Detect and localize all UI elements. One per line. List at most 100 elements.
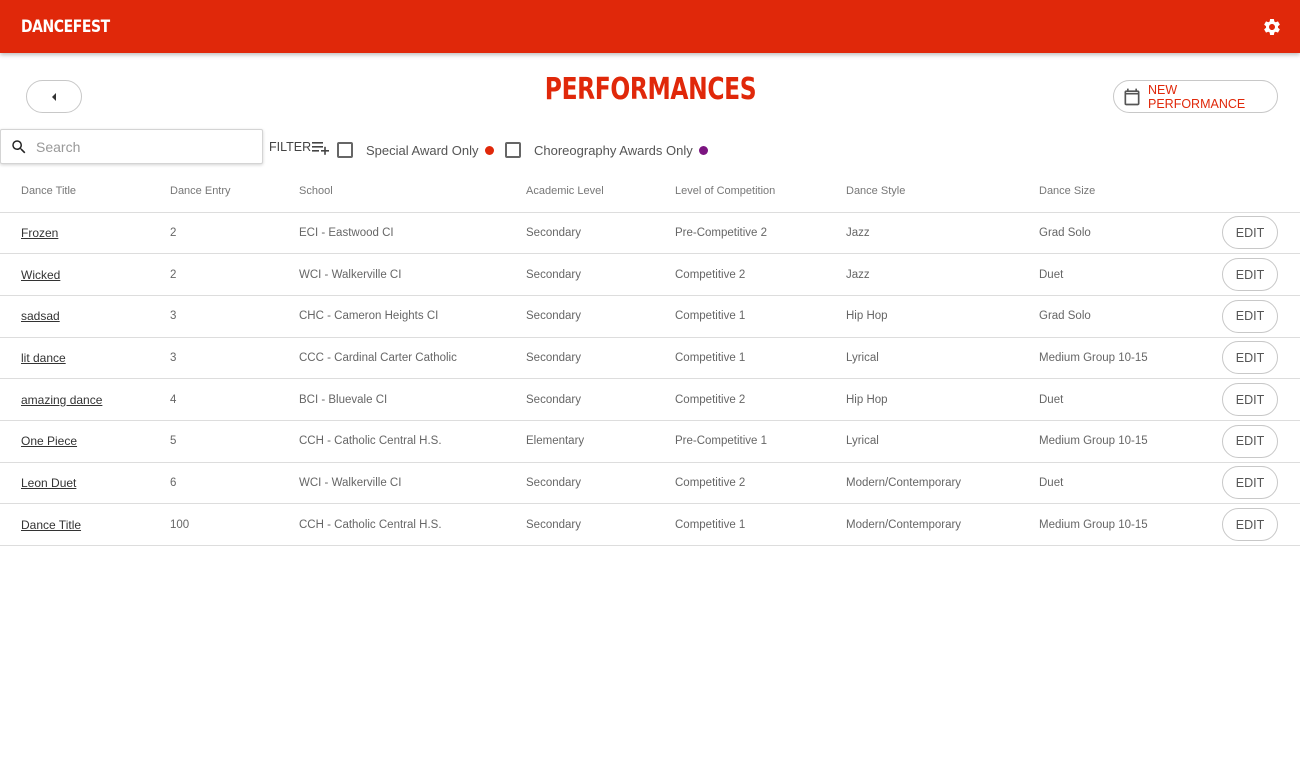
column-header-dance-entry[interactable]: Dance Entry — [170, 171, 299, 213]
dance-title-link[interactable]: Dance Title — [21, 518, 81, 532]
filter-label: FILTER — [269, 140, 312, 154]
edit-button[interactable]: EDIT — [1222, 216, 1278, 250]
dance-style-cell: Modern/Contemporary — [846, 503, 1039, 546]
competition-level-cell: Competitive 1 — [675, 337, 846, 380]
choreography-award-dot — [698, 145, 708, 155]
gear-icon[interactable] — [1262, 17, 1282, 37]
dance-title-link[interactable]: lit dance — [21, 351, 66, 365]
dance-title-link[interactable]: Frozen — [21, 226, 58, 240]
dance-size-cell: Medium Group 10-15 — [1039, 337, 1222, 380]
actions-cell: EDIT — [1222, 212, 1300, 255]
competition-level-cell: Competitive 2 — [675, 253, 846, 296]
dance-style-cell: Jazz — [846, 253, 1039, 296]
table-header-row: Dance Title Dance Entry School Academic … — [0, 171, 1300, 213]
dance-size-cell: Duet — [1039, 462, 1222, 505]
dance-style-cell: Hip Hop — [846, 378, 1039, 421]
special-award-dot — [484, 145, 494, 155]
academic-level-cell: Secondary — [526, 295, 675, 338]
school-cell: CCH - Catholic Central H.S. — [299, 420, 526, 463]
academic-level-cell: Secondary — [526, 253, 675, 296]
table-row: amazing dance 4 BCI - Bluevale CI Secondary… — [0, 378, 1300, 421]
edit-button[interactable]: EDIT — [1222, 341, 1278, 375]
dance-style-cell: Hip Hop — [846, 295, 1039, 338]
dance-title-link[interactable]: Wicked — [21, 268, 60, 282]
dance-size-cell: Medium Group 10-15 — [1039, 503, 1222, 546]
school-cell: BCI - Bluevale CI — [299, 378, 526, 421]
choreography-award-checkbox[interactable]: Choreography Awards Only — [505, 142, 708, 158]
dance-title-link[interactable]: amazing dance — [21, 393, 102, 407]
table-row: Dance Title 100 CCH - Catholic Central H.S… — [0, 503, 1300, 546]
competition-level-cell: Pre-Competitive 1 — [675, 420, 846, 463]
dance-style-cell: Jazz — [846, 212, 1039, 255]
dance-size-cell: Duet — [1039, 378, 1222, 421]
dance-title-cell: amazing dance — [0, 378, 170, 421]
choreography-award-label: Choreography Awards Only — [534, 142, 693, 158]
search-box[interactable] — [0, 129, 263, 164]
edit-button[interactable]: EDIT — [1222, 508, 1278, 542]
app-bar: DANCEFEST — [0, 0, 1300, 53]
dance-title-link[interactable]: One Piece — [21, 434, 77, 448]
dance-entry-cell: 3 — [170, 337, 299, 380]
school-cell: ECI - Eastwood CI — [299, 212, 526, 255]
special-award-label: Special Award Only — [366, 142, 479, 158]
dance-title-cell: Frozen — [0, 212, 170, 255]
dance-size-cell: Grad Solo — [1039, 295, 1222, 338]
dance-style-cell: Modern/Contemporary — [846, 462, 1039, 505]
edit-button[interactable]: EDIT — [1222, 383, 1278, 417]
competition-level-cell: Pre-Competitive 2 — [675, 212, 846, 255]
dance-title-cell: Leon Duet — [0, 462, 170, 505]
dance-entry-cell: 2 — [170, 253, 299, 296]
dance-entry-cell: 4 — [170, 378, 299, 421]
new-performance-button[interactable]: NEW PERFORMANCE — [1113, 80, 1278, 113]
search-input[interactable] — [36, 138, 246, 155]
column-header-dance-size[interactable]: Dance Size — [1039, 171, 1222, 213]
checkbox-box[interactable] — [337, 142, 353, 158]
school-cell: WCI - Walkerville CI — [299, 462, 526, 505]
edit-button[interactable]: EDIT — [1222, 466, 1278, 500]
academic-level-cell: Secondary — [526, 337, 675, 380]
actions-cell: EDIT — [1222, 253, 1300, 296]
column-header-academic-level[interactable]: Academic Level — [526, 171, 675, 213]
dance-title-link[interactable]: Leon Duet — [21, 476, 76, 490]
column-header-level-of-competition[interactable]: Level of Competition — [675, 171, 846, 213]
table-row: One Piece 5 CCH - Catholic Central H.S. Ele… — [0, 420, 1300, 463]
academic-level-cell: Secondary — [526, 503, 675, 546]
new-performance-label: NEW PERFORMANCE — [1148, 82, 1246, 111]
edit-button[interactable]: EDIT — [1222, 299, 1278, 333]
actions-cell: EDIT — [1222, 503, 1300, 546]
dance-title-link[interactable]: sadsad — [21, 309, 60, 323]
dance-style-cell: Lyrical — [846, 420, 1039, 463]
page-title: PERFORMANCES — [544, 72, 756, 107]
competition-level-cell: Competitive 1 — [675, 295, 846, 338]
school-cell: WCI - Walkerville CI — [299, 253, 526, 296]
academic-level-cell: Secondary — [526, 378, 675, 421]
dance-title-cell: Wicked — [0, 253, 170, 296]
edit-button[interactable]: EDIT — [1222, 258, 1278, 292]
search-icon — [10, 138, 28, 156]
column-header-dance-style[interactable]: Dance Style — [846, 171, 1039, 213]
dance-size-cell: Duet — [1039, 253, 1222, 296]
actions-cell: EDIT — [1222, 462, 1300, 505]
academic-level-cell: Elementary — [526, 420, 675, 463]
column-header-dance-title[interactable]: Dance Title — [0, 171, 170, 213]
academic-level-cell: Secondary — [526, 212, 675, 255]
dance-entry-cell: 100 — [170, 503, 299, 546]
special-award-checkbox[interactable]: Special Award Only — [337, 142, 494, 158]
brand-logo[interactable]: DANCEFEST — [21, 17, 110, 37]
column-header-school[interactable]: School — [299, 171, 526, 213]
filter-button[interactable]: FILTER — [269, 139, 330, 155]
competition-level-cell: Competitive 2 — [675, 378, 846, 421]
dance-title-cell: lit dance — [0, 337, 170, 380]
school-cell: CCH - Catholic Central H.S. — [299, 503, 526, 546]
dance-size-cell: Medium Group 10-15 — [1039, 420, 1222, 463]
actions-cell: EDIT — [1222, 420, 1300, 463]
competition-level-cell: Competitive 2 — [675, 462, 846, 505]
actions-cell: EDIT — [1222, 378, 1300, 421]
checkbox-box[interactable] — [505, 142, 521, 158]
academic-level-cell: Secondary — [526, 462, 675, 505]
edit-button[interactable]: EDIT — [1222, 424, 1278, 458]
dance-entry-cell: 3 — [170, 295, 299, 338]
table-row: Leon Duet 6 WCI - Walkerville CI Secondary C… — [0, 462, 1300, 505]
table-row: Frozen 2 ECI - Eastwood CI Secondary Pre-Com… — [0, 212, 1300, 255]
table-row: Wicked 2 WCI - Walkerville CI Secondary Comp… — [0, 253, 1300, 296]
